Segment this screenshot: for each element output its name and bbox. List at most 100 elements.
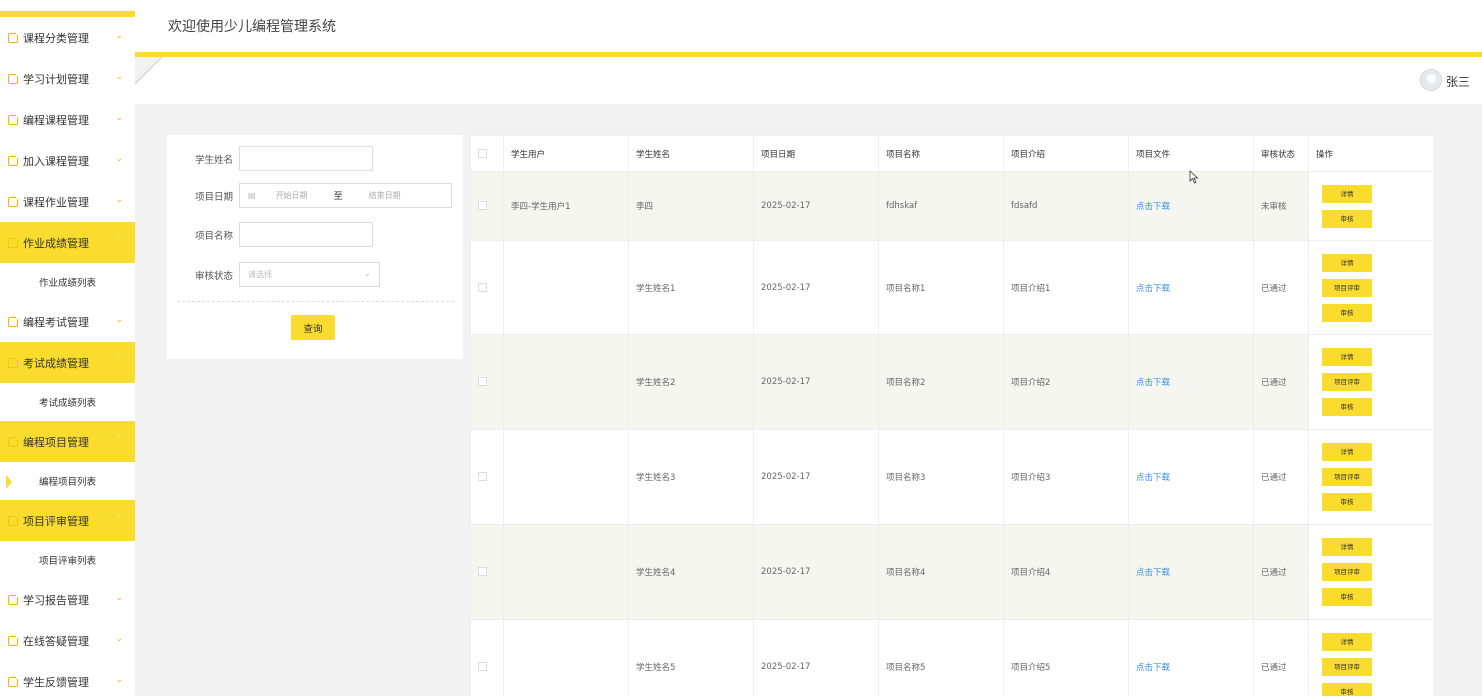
current-item-arrow-icon — [6, 475, 12, 489]
sidebar-menu-label: 学生反馈管理 — [23, 675, 89, 689]
project-review-button[interactable]: 项目评审 — [1322, 373, 1372, 391]
audit-button[interactable]: 审核 — [1322, 683, 1372, 696]
chevron-up-icon: ⌃ — [115, 514, 123, 524]
audit-button[interactable]: 审核 — [1322, 398, 1372, 416]
row-checkbox[interactable] — [478, 472, 487, 481]
sidebar-menu-item[interactable]: 学生反馈管理 ⌄ — [0, 661, 135, 696]
sidebar-sub-item[interactable]: 项目评审列表 — [0, 541, 135, 579]
sidebar-sub-item[interactable]: 编程项目列表 — [0, 462, 135, 500]
sidebar-menu-label: 课程分类管理 — [23, 31, 89, 45]
end-date-input[interactable]: 结束日期 — [369, 190, 401, 201]
table-row: 学生姓名5 2025-02-17 项目名称5 项目介绍5 点击下载 已通过 详情 项目评审 审核 — [470, 619, 1433, 696]
project-date-cell: 2025-02-17 — [753, 524, 879, 620]
user-name[interactable]: 张三 — [1446, 73, 1470, 90]
download-link[interactable]: 点击下载 — [1136, 378, 1170, 388]
project-date-range[interactable]: ▤ 开始日期 至 结束日期 — [239, 183, 452, 208]
sidebar-menu-item[interactable]: 加入课程管理 ⌄ — [0, 140, 135, 181]
audit-button[interactable]: 审核 — [1322, 303, 1372, 322]
top-header: 欢迎使用少儿编程管理系统 — [135, 0, 1482, 52]
chevron-down-icon: ⌄ — [115, 31, 123, 41]
detail-button[interactable]: 详情 — [1322, 253, 1372, 272]
student-name-input[interactable] — [239, 146, 373, 171]
audit-button[interactable]: 审核 — [1322, 588, 1372, 606]
student-name-cell: 学生姓名3 — [628, 429, 754, 525]
sidebar-sub-item[interactable]: 考试成绩列表 — [0, 383, 135, 421]
sidebar-menu-item[interactable]: 课程分类管理 ⌄ — [0, 17, 135, 58]
detail-button[interactable]: 详情 — [1322, 443, 1372, 461]
file-edit-icon — [8, 30, 20, 43]
student-name-cell: 学生姓名4 — [628, 524, 754, 620]
column-header: 审核状态 — [1253, 135, 1309, 172]
sidebar-sub-label: 项目评审列表 — [38, 556, 96, 567]
sidebar-sub-item[interactable]: 作业成绩列表 — [0, 263, 135, 301]
download-link[interactable]: 点击下载 — [1136, 284, 1170, 294]
actions-cell: 详情 项目评审 审核 — [1308, 240, 1433, 335]
project-file-cell: 点击下载 — [1128, 334, 1254, 430]
sidebar-menu-item[interactable]: 在线答疑管理 ⌄ — [0, 620, 135, 661]
project-review-button[interactable]: 项目评审 — [1322, 468, 1372, 486]
row-checkbox[interactable] — [478, 377, 487, 386]
download-link[interactable]: 点击下载 — [1136, 663, 1170, 673]
review-status-row: 审核状态 请选择 ⌄ — [167, 262, 380, 287]
sidebar-menu-item[interactable]: 学习报告管理 ⌄ — [0, 579, 135, 620]
student-user-cell — [503, 524, 629, 620]
sidebar-menu-item[interactable]: 项目评审管理 ⌃ — [0, 500, 135, 541]
sidebar-menu-item[interactable]: 编程课程管理 ⌄ — [0, 99, 135, 140]
project-review-button[interactable]: 项目评审 — [1322, 278, 1372, 297]
row-checkbox[interactable] — [478, 662, 487, 671]
sidebar-collapse-icon[interactable] — [135, 57, 162, 84]
table-row: 学生姓名4 2025-02-17 项目名称4 项目介绍4 点击下载 已通过 详情 项目评审 审核 — [470, 524, 1433, 620]
project-name-input[interactable] — [239, 222, 373, 247]
row-checkbox[interactable] — [478, 282, 487, 292]
user-avatar-icon[interactable] — [1420, 69, 1442, 91]
detail-button[interactable]: 详情 — [1322, 633, 1372, 651]
project-file-cell: 点击下载 — [1128, 619, 1254, 696]
review-status-cell: 已通过 — [1253, 334, 1309, 430]
chevron-up-icon: ⌃ — [115, 435, 123, 445]
sidebar-menu-item[interactable]: 考试成绩管理 ⌃ — [0, 342, 135, 383]
project-review-button[interactable]: 项目评审 — [1322, 563, 1372, 581]
start-date-input[interactable]: 开始日期 — [276, 190, 308, 201]
project-date-cell: 2025-02-17 — [753, 619, 879, 696]
sidebar-menu-item[interactable]: 学习计划管理 ⌄ — [0, 58, 135, 99]
sidebar-menu-item[interactable]: 作业成绩管理 ⌃ — [0, 222, 135, 263]
sidebar-menu-item[interactable]: 编程项目管理 ⌃ — [0, 421, 135, 462]
download-link[interactable]: 点击下载 — [1136, 568, 1170, 578]
project-review-button[interactable]: 项目评审 — [1322, 658, 1372, 676]
row-checkbox[interactable] — [478, 567, 487, 576]
chevron-down-icon: ⌄ — [115, 675, 123, 685]
audit-button[interactable]: 审核 — [1322, 493, 1372, 511]
table-row: 学生姓名1 2025-02-17 项目名称1 项目介绍1 点击下载 已通过 详情 项目评审 审核 — [470, 240, 1433, 335]
student-user-cell: 李四-学生用户1 — [503, 171, 629, 241]
sidebar-top-accent — [0, 0, 135, 17]
column-header: 项目日期 — [753, 135, 879, 172]
detail-button[interactable]: 详情 — [1322, 184, 1372, 203]
download-link[interactable]: 点击下载 — [1136, 473, 1170, 483]
calendar-icon: ▤ — [248, 191, 256, 200]
project-name-cell: 项目名称5 — [878, 619, 1004, 696]
row-select-cell — [470, 429, 504, 525]
chevron-down-icon: ⌄ — [363, 269, 371, 279]
sidebar-menu: 课程分类管理 ⌄ 学习计划管理 ⌄ 编程课程管理 ⌄ 加入课程管理 ⌄ 课程作业管理 ⌄ 作业成绩管… — [0, 17, 135, 696]
project-date-cell: 2025-02-17 — [753, 429, 879, 525]
row-select-cell — [470, 334, 504, 430]
review-status-cell: 未审核 — [1253, 171, 1309, 241]
table-row: 学生姓名3 2025-02-17 项目名称3 项目介绍3 点击下载 已通过 详情 项目评审 审核 — [470, 429, 1433, 525]
query-button[interactable]: 查询 — [291, 315, 335, 340]
detail-button[interactable]: 详情 — [1322, 348, 1372, 366]
download-link[interactable]: 点击下载 — [1136, 202, 1170, 212]
file-edit-icon — [8, 674, 20, 687]
row-checkbox[interactable] — [478, 201, 487, 210]
review-status-cell: 已通过 — [1253, 240, 1309, 335]
sidebar-menu-item[interactable]: 编程考试管理 ⌄ — [0, 301, 135, 342]
audit-button[interactable]: 审核 — [1322, 209, 1372, 228]
sidebar-menu-label: 项目评审管理 — [23, 514, 89, 528]
student-name-row: 学生姓名 — [167, 146, 373, 171]
detail-button[interactable]: 详情 — [1322, 538, 1372, 556]
select-all-checkbox[interactable] — [478, 148, 487, 158]
sidebar-menu-item[interactable]: 课程作业管理 ⌄ — [0, 181, 135, 222]
student-name-cell: 学生姓名5 — [628, 619, 754, 696]
chevron-down-icon: ⌄ — [115, 113, 123, 123]
review-status-select[interactable]: 请选择 ⌄ — [239, 262, 380, 287]
project-intro-cell: 项目介绍3 — [1003, 429, 1129, 525]
